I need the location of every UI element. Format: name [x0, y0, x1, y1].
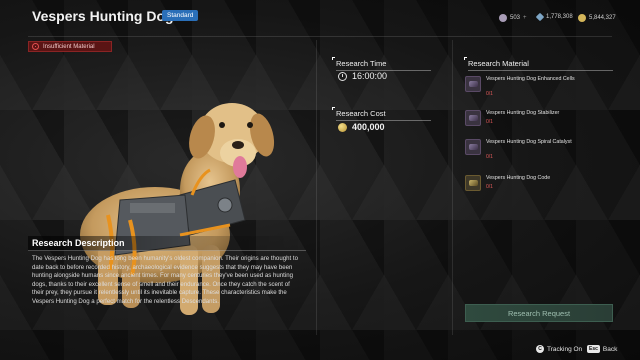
code-icon — [465, 175, 481, 191]
insufficient-material-alert: Insufficient Material — [28, 41, 112, 52]
key-esc-icon: Esc — [587, 345, 600, 353]
cells-icon — [465, 76, 481, 92]
tracking-toggle[interactable]: C Tracking On — [536, 345, 582, 353]
page-title: Vespers Hunting Dog — [32, 8, 174, 24]
research-time-value: 16:00:00 — [352, 71, 388, 81]
currency-gold: 5,844,327 — [578, 14, 616, 22]
catalyst-icon — [465, 139, 481, 155]
gold-icon — [578, 14, 586, 22]
currency-crystal: 1,778,308 — [535, 12, 573, 22]
material-item[interactable]: Vespers Hunting Dog Stabilizer 0/1 — [465, 110, 615, 134]
currency-caliber: 503 + — [499, 14, 527, 22]
divider-right — [452, 40, 453, 335]
back-button[interactable]: Esc Back — [587, 345, 617, 353]
divider-left — [316, 40, 317, 335]
crystal-icon — [535, 12, 545, 22]
grade-badge: Standard — [162, 10, 199, 21]
research-description-panel: Research Description The Vespers Hunting… — [28, 236, 306, 307]
warning-icon — [32, 43, 39, 50]
clock-icon — [338, 72, 347, 81]
caliber-icon — [499, 14, 507, 22]
gold-coin-icon — [338, 123, 347, 132]
research-material-title: Research Material — [468, 59, 613, 71]
corner-bracket — [332, 57, 335, 60]
key-c-icon: C — [536, 345, 544, 353]
material-item[interactable]: Vespers Hunting Dog Code 0/1 — [465, 175, 615, 199]
research-cost-label: Research Cost — [336, 109, 431, 121]
material-item[interactable]: Vespers Hunting Dog Spiral Catalyst 0/1 — [465, 139, 615, 163]
research-cost-value: 400,000 — [352, 122, 385, 132]
stabilizer-icon — [465, 110, 481, 126]
research-request-button[interactable]: Research Request — [465, 304, 613, 322]
research-description-text: The Vespers Hunting Dog has long been hu… — [32, 255, 298, 305]
header-divider — [28, 36, 612, 37]
corner-bracket — [464, 57, 467, 60]
material-item[interactable]: Vespers Hunting Dog Enhanced Cells 0/1 — [465, 76, 615, 100]
research-time-label: Research Time — [336, 59, 431, 71]
corner-bracket — [332, 107, 335, 110]
research-description-title: Research Description — [28, 236, 306, 251]
